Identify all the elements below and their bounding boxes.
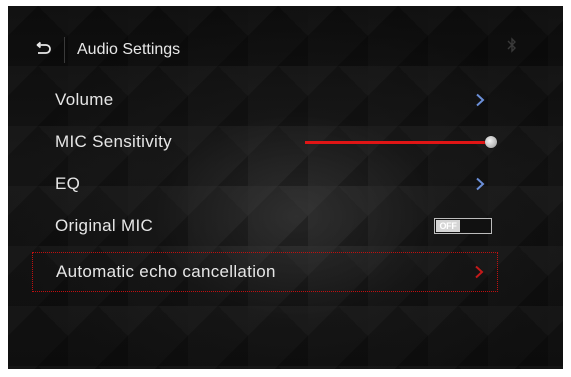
menu-item-eq[interactable]: EQ: [32, 166, 498, 202]
slider-fill: [305, 141, 491, 144]
header: Audio Settings: [32, 34, 180, 66]
chevron-right-icon: [476, 93, 485, 107]
original-mic-toggle[interactable]: OFF: [434, 218, 492, 234]
menu-item-volume[interactable]: Volume: [32, 82, 498, 118]
page-title: Audio Settings: [77, 41, 181, 58]
menu-item-original-mic[interactable]: Original MIC OFF: [32, 208, 498, 244]
menu-item-echo-cancellation[interactable]: Automatic echo cancellation: [32, 252, 498, 292]
menu-item-label: Volume: [55, 90, 114, 109]
menu-item-mic-sensitivity[interactable]: MIC Sensitivity: [32, 124, 498, 160]
chevron-right-icon: [475, 265, 484, 279]
menu-item-label: MIC Sensitivity: [55, 132, 172, 151]
screen: Audio Settings Volume MIC Sensitivity EQ…: [8, 6, 563, 369]
back-arrow-icon[interactable]: [32, 39, 54, 61]
menu-item-label: Original MIC: [55, 216, 154, 235]
menu-item-label: EQ: [55, 174, 81, 193]
slider-knob[interactable]: [485, 136, 497, 148]
header-divider: [64, 37, 65, 63]
chevron-right-icon: [476, 177, 485, 191]
mic-sensitivity-slider[interactable]: [305, 136, 497, 148]
toggle-state-label: OFF: [436, 220, 460, 232]
menu-item-label: Automatic echo cancellation: [56, 262, 276, 281]
bluetooth-icon: [507, 37, 516, 53]
